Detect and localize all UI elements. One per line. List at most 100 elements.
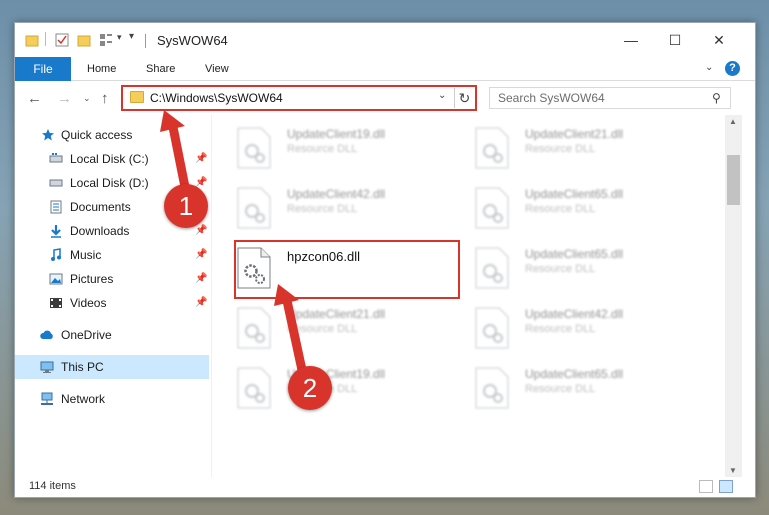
sidebar-item-label: This PC [61, 360, 104, 374]
dll-file-icon [237, 367, 271, 409]
title-bar: ▾ ▾ SysWOW64 — ☐ ✕ [15, 23, 755, 57]
sidebar-item-label: Pictures [70, 272, 114, 286]
sidebar-item-label: Music [70, 248, 102, 262]
address-path[interactable]: C:\Windows\SysWOW64 [150, 91, 283, 105]
scroll-up-icon[interactable]: ▲ [729, 117, 737, 126]
file-type: Resource DLL [525, 143, 596, 155]
customize-toolbar-icon[interactable] [99, 33, 113, 47]
download-icon [51, 225, 61, 238]
cloud-icon [40, 330, 53, 339]
status-bar: 114 items [15, 477, 755, 497]
dll-file-icon [475, 367, 509, 409]
file-item[interactable]: UpdateClient21.dll Resource DLL [219, 301, 449, 357]
forward-icon[interactable]: → [57, 90, 72, 107]
new-folder-icon[interactable] [77, 33, 91, 47]
computer-icon [40, 361, 54, 373]
scroll-down-icon[interactable]: ▼ [729, 466, 737, 475]
dll-file-icon [475, 127, 509, 169]
dll-file-icon [475, 307, 509, 349]
pin-icon[interactable]: 📌 [195, 267, 207, 291]
sidebar-item-network[interactable]: Network [15, 387, 209, 411]
sidebar-item-music[interactable]: Music 📌 [15, 243, 209, 267]
file-item[interactable]: UpdateClient21.dll Resource DLL [457, 121, 687, 177]
file-type: Resource DLL [525, 263, 596, 275]
file-highlight-box [234, 240, 460, 299]
tab-view[interactable]: View [205, 57, 229, 81]
help-icon[interactable]: ? [725, 61, 740, 76]
video-icon [50, 298, 62, 308]
pictures-icon [49, 273, 63, 285]
file-item[interactable]: UpdateClient42.dll Resource DLL [457, 301, 687, 357]
sidebar-item-label: Documents [70, 200, 131, 214]
folder-icon [130, 91, 144, 103]
dll-file-icon [475, 247, 509, 289]
file-name: UpdateClient21.dll [287, 307, 386, 321]
file-type: Resource DLL [287, 203, 358, 215]
maximize-icon[interactable]: ☐ [665, 31, 685, 49]
dll-file-icon [237, 127, 271, 169]
sidebar-item-quick-access[interactable]: Quick access [15, 123, 209, 147]
pin-icon[interactable]: 📌 [195, 147, 207, 171]
vertical-scrollbar[interactable]: ▲ ▼ [725, 115, 742, 477]
tab-share[interactable]: Share [146, 57, 175, 81]
sidebar-item-pictures[interactable]: Pictures 📌 [15, 267, 209, 291]
sidebar-item-label: Network [61, 392, 106, 406]
up-icon[interactable]: ↑ [101, 90, 109, 107]
item-count: 114 items [29, 480, 76, 492]
navigation-bar: ← → ⌄ ↑ C:\Windows\SysWOW64 ⌄ ↻ Search S… [15, 81, 755, 115]
search-icon[interactable]: ⚲ [712, 91, 721, 105]
documents-icon [50, 200, 62, 214]
refresh-icon[interactable]: ↻ [454, 88, 474, 108]
tab-home[interactable]: Home [87, 57, 116, 81]
file-item[interactable]: UpdateClient19.dll Resource DLL [219, 121, 449, 177]
chevron-down-icon[interactable]: ⌄ [438, 90, 446, 101]
sidebar-item-videos[interactable]: Videos 📌 [15, 291, 209, 315]
file-item[interactable]: UpdateClient65.dll Resource DLL [457, 361, 687, 417]
tab-file[interactable]: File [15, 57, 71, 81]
sidebar-item-label: Videos [70, 296, 107, 310]
step-1-badge: 1 [164, 184, 208, 228]
pin-icon[interactable]: 📌 [195, 291, 207, 315]
network-icon [41, 392, 53, 405]
dropdown-arrow-icon[interactable]: ▾ [117, 32, 122, 43]
pin-icon[interactable]: 📌 [195, 243, 207, 267]
properties-icon[interactable] [55, 33, 69, 47]
file-name: UpdateClient21.dll [525, 127, 624, 141]
step-2-badge: 2 [288, 366, 332, 410]
file-item[interactable]: UpdateClient65.dll Resource DLL [457, 241, 687, 297]
file-item[interactable]: UpdateClient65.dll Resource DLL [457, 181, 687, 237]
sidebar-item-local-disk-c[interactable]: Local Disk (C:) 📌 [15, 147, 209, 171]
file-type: Resource DLL [525, 323, 596, 335]
dll-file-icon [237, 307, 271, 349]
minimize-icon[interactable]: — [621, 31, 641, 49]
file-type: Resource DLL [287, 323, 358, 335]
address-bar[interactable]: C:\Windows\SysWOW64 ⌄ ↻ [121, 85, 477, 111]
file-name: UpdateClient19.dll [287, 127, 386, 141]
sidebar-item-label: Local Disk (D:) [70, 176, 149, 190]
dll-file-icon [475, 187, 509, 229]
file-type: Resource DLL [525, 203, 596, 215]
back-icon[interactable]: ← [27, 90, 42, 107]
star-icon [42, 129, 54, 141]
sidebar-item-this-pc[interactable]: This PC [15, 355, 209, 379]
large-icons-view-icon[interactable] [719, 480, 733, 493]
quick-access-menu-icon[interactable]: ▾ [129, 31, 134, 42]
search-input[interactable]: Search SysWOW64 ⚲ [489, 87, 731, 109]
expand-ribbon-icon[interactable]: ⌄ [705, 62, 713, 73]
search-placeholder: Search SysWOW64 [498, 91, 605, 105]
file-name: UpdateClient65.dll [525, 247, 624, 261]
sidebar-item-label: OneDrive [61, 328, 112, 342]
scroll-thumb[interactable] [727, 155, 740, 205]
title-divider [145, 34, 146, 48]
sidebar-item-label: Downloads [70, 224, 130, 238]
file-name: UpdateClient65.dll [525, 367, 624, 381]
close-icon[interactable]: ✕ [709, 31, 729, 49]
details-view-icon[interactable] [699, 480, 713, 493]
sidebar-item-onedrive[interactable]: OneDrive [15, 323, 209, 347]
file-item[interactable]: UpdateClient42.dll Resource DLL [219, 181, 449, 237]
file-item[interactable]: UpdateClient19.dll Resource DLL [219, 361, 449, 417]
sidebar-item-label: Local Disk (C:) [70, 152, 149, 166]
recent-locations-icon[interactable]: ⌄ [83, 93, 91, 104]
ribbon-tabs: File Home Share View ⌄ ? [15, 57, 755, 81]
file-type: Resource DLL [287, 143, 358, 155]
